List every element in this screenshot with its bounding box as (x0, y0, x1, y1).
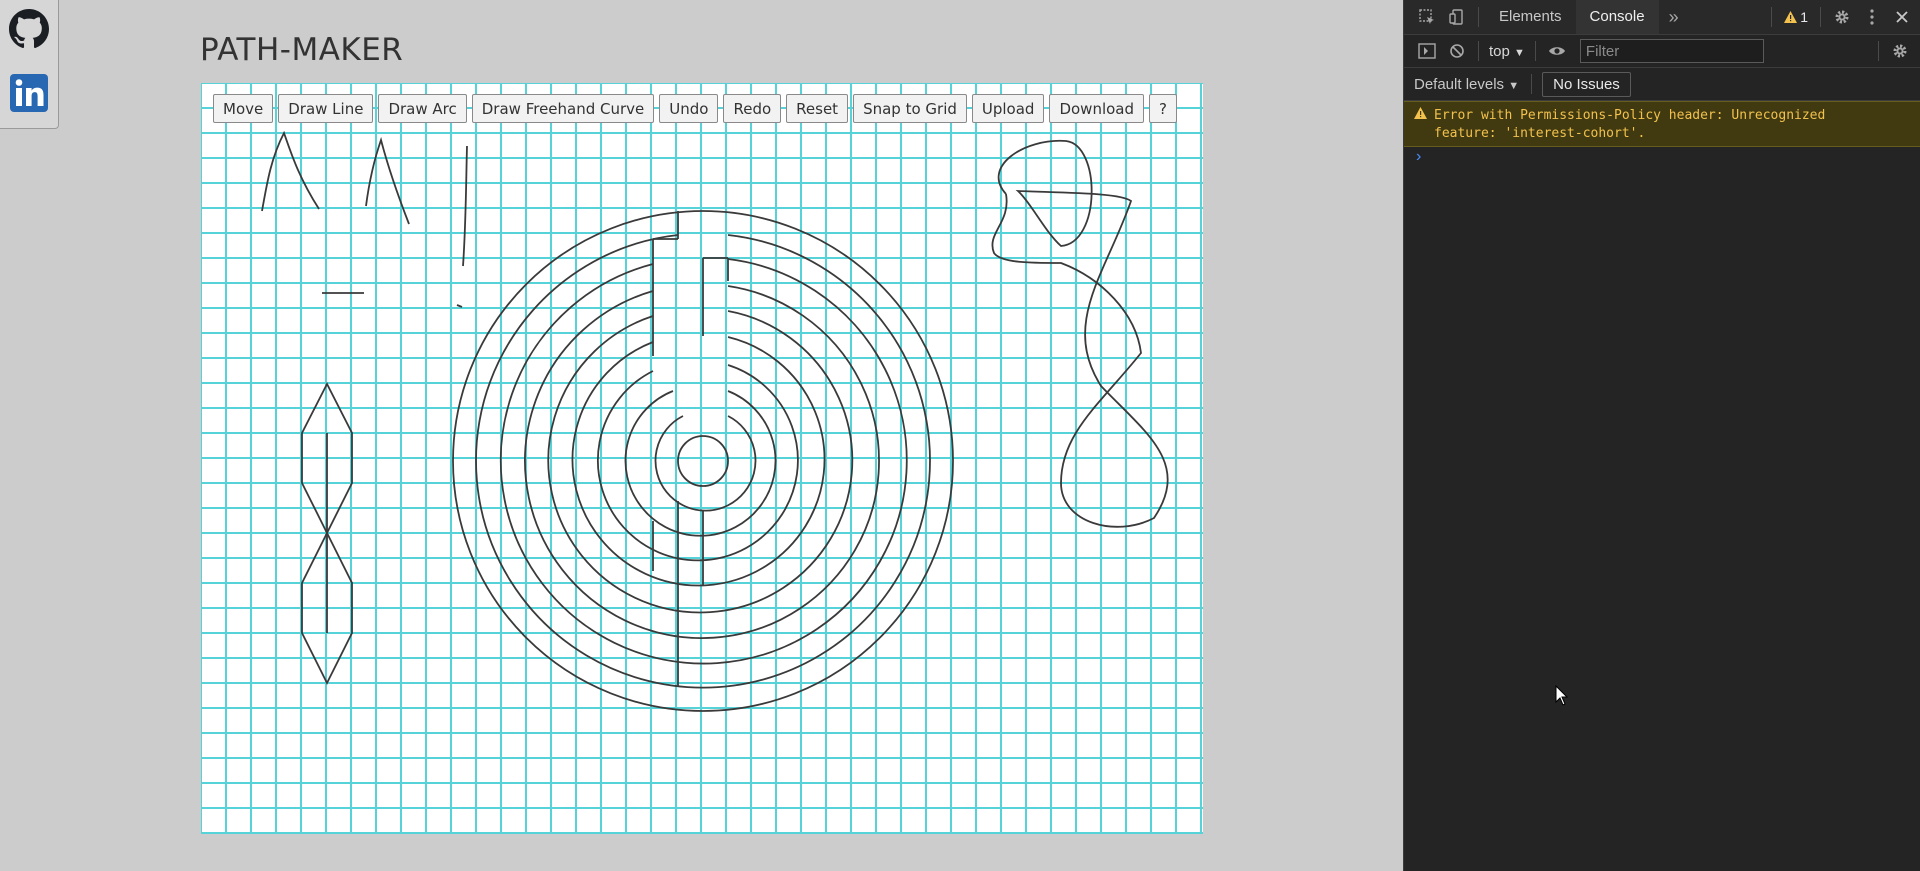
warning-icon (1784, 11, 1798, 23)
draw-arc-button[interactable]: Draw Arc (378, 94, 467, 123)
maze-ring (597, 364, 799, 562)
drawn-paths (261, 130, 1169, 712)
labyrinth-shape (452, 210, 954, 712)
app-area: PATH-MAKER Move Draw Line Draw Arc Draw … (0, 0, 1403, 871)
upload-button[interactable]: Upload (971, 94, 1045, 123)
sidebar-toggle-icon[interactable] (1412, 36, 1442, 66)
console-warning-message[interactable]: Error with Permissions-Policy header: Un… (1404, 101, 1920, 147)
eye-icon[interactable] (1542, 36, 1572, 66)
devtools-panel: Elements Console » 1 top ▼ Filter Defaul… (1403, 0, 1920, 871)
freehand-stroke (456, 304, 463, 308)
devtools-tabbar: Elements Console » 1 (1404, 0, 1920, 35)
close-icon[interactable] (1887, 2, 1917, 32)
warning-count: 1 (1800, 9, 1808, 25)
console-toolbar: top ▼ (1404, 35, 1920, 68)
filter-input[interactable] (1579, 39, 1764, 63)
download-button[interactable]: Download (1049, 94, 1145, 123)
console-settings-icon[interactable] (1885, 36, 1915, 66)
settings-gear-icon[interactable] (1827, 2, 1857, 32)
toolbar: Move Draw Line Draw Arc Draw Freehand Cu… (213, 94, 1177, 123)
maze-center (677, 435, 729, 487)
reset-button[interactable]: Reset (786, 94, 849, 123)
linkedin-link[interactable] (8, 72, 50, 114)
separator (1878, 41, 1879, 61)
inspect-element-icon[interactable] (1412, 2, 1442, 32)
mouse-cursor-icon (1555, 685, 1569, 706)
maze-ring (571, 336, 826, 587)
log-levels-dropdown[interactable]: Default levels ▼ (1414, 76, 1519, 93)
freehand-stroke (462, 145, 468, 267)
redo-button[interactable]: Redo (723, 94, 782, 123)
page-title: PATH-MAKER (200, 32, 404, 68)
separator (1820, 7, 1821, 27)
warning-counter[interactable]: 1 (1778, 9, 1814, 25)
undo-button[interactable]: Undo (659, 94, 719, 123)
levels-bar: Default levels ▼ No Issues (1404, 68, 1920, 101)
chevron-down-icon: ▼ (1508, 79, 1520, 92)
device-toolbar-icon[interactable] (1442, 2, 1472, 32)
more-tabs-icon[interactable]: » (1659, 2, 1689, 32)
clear-console-icon[interactable] (1442, 36, 1472, 66)
separator (1771, 7, 1773, 27)
freehand-stroke (261, 130, 320, 212)
draw-freehand-curve-button[interactable]: Draw Freehand Curve (471, 94, 655, 123)
separator (1534, 41, 1536, 61)
warning-icon (1414, 107, 1427, 119)
tab-console[interactable]: Console (1575, 0, 1659, 34)
github-icon (9, 9, 49, 49)
separator (1478, 7, 1479, 27)
github-link[interactable] (8, 8, 50, 50)
snap-to-grid-button[interactable]: Snap to Grid (853, 94, 967, 123)
draw-line-button[interactable]: Draw Line (278, 94, 374, 123)
maze-ring (654, 415, 757, 512)
move-button[interactable]: Move (213, 94, 274, 123)
linkedin-icon (10, 74, 48, 112)
log-levels-label: Default levels (1414, 75, 1505, 93)
chevron-down-icon: ▼ (1514, 46, 1525, 59)
drawing-board[interactable]: Move Draw Line Draw Arc Draw Freehand Cu… (201, 83, 1203, 834)
context-selector[interactable]: top ▼ (1489, 43, 1525, 60)
tab-elements[interactable]: Elements (1485, 0, 1576, 34)
separator (1531, 74, 1533, 94)
warning-text: Error with Permissions-Policy header: Un… (1434, 108, 1826, 141)
help-button[interactable]: ? (1149, 94, 1177, 123)
console-prompt-icon[interactable]: › (1416, 148, 1421, 166)
context-label: top (1489, 42, 1510, 60)
separator (1478, 41, 1479, 61)
more-options-icon[interactable] (1857, 2, 1887, 32)
issues-button[interactable]: No Issues (1542, 71, 1631, 97)
grid-canvas[interactable] (201, 83, 1203, 834)
social-links (0, 0, 59, 129)
